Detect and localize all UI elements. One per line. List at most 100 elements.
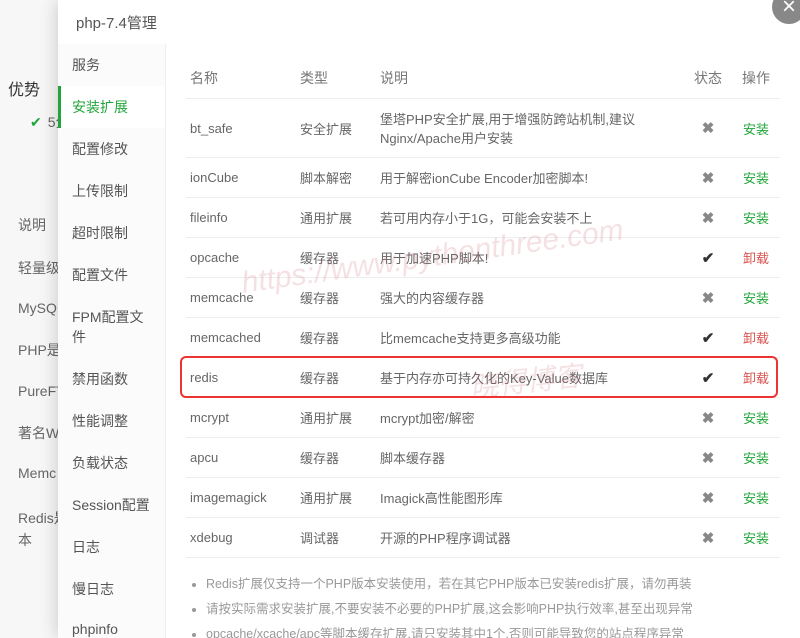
cell-desc: 堡塔PHP安全扩展,用于增强防跨站机制,建议Nginx/Apache用户安装 — [376, 99, 684, 158]
sidebar-item-4[interactable]: 超时限制 — [58, 212, 165, 254]
cell-desc: 用于解密ionCube Encoder加密脚本! — [376, 158, 684, 198]
x-icon: ✖ — [702, 450, 715, 467]
sidebar-item-12[interactable]: 慢日志 — [58, 568, 165, 610]
table-row: memcache缓存器强大的内容缓存器 ✖ 安装 — [186, 278, 780, 318]
cell-type: 安全扩展 — [296, 99, 376, 158]
sidebar-item-11[interactable]: 日志 — [58, 526, 165, 568]
sidebar-item-3[interactable]: 上传限制 — [58, 170, 165, 212]
cell-name: memcache — [186, 278, 296, 318]
th-name: 名称 — [186, 58, 296, 99]
bg-label-8: 本 — [18, 530, 32, 550]
cell-type: 脚本解密 — [296, 158, 376, 198]
sidebar-item-1[interactable]: 安装扩展 — [58, 86, 165, 128]
note-item: Redis扩展仅支持一个PHP版本安装使用，若在其它PHP版本已安装redis扩… — [206, 574, 780, 594]
uninstall-button[interactable]: 卸载 — [743, 251, 769, 266]
install-button[interactable]: 安装 — [743, 211, 769, 226]
cell-type: 缓存器 — [296, 238, 376, 278]
cell-name: fileinfo — [186, 198, 296, 238]
check-icon: ✔ — [702, 370, 715, 387]
sidebar-item-6[interactable]: FPM配置文件 — [58, 296, 165, 358]
x-icon: ✖ — [702, 120, 715, 137]
notes: Redis扩展仅支持一个PHP版本安装使用，若在其它PHP版本已安装redis扩… — [186, 574, 780, 638]
install-button[interactable]: 安装 — [743, 171, 769, 186]
table-row: fileinfo通用扩展若可用内存小于1G，可能会安装不上 ✖ 安装 — [186, 198, 780, 238]
x-icon: ✖ — [702, 290, 715, 307]
x-icon: ✖ — [702, 170, 715, 187]
cell-type: 通用扩展 — [296, 478, 376, 518]
cell-desc: 用于加速PHP脚本! — [376, 238, 684, 278]
cell-desc: Imagick高性能图形库 — [376, 478, 684, 518]
cell-name: opcache — [186, 238, 296, 278]
sidebar-item-9[interactable]: 负载状态 — [58, 442, 165, 484]
th-status: 状态 — [684, 58, 732, 99]
bg-label-1: 轻量级 — [18, 258, 60, 278]
sidebar-item-10[interactable]: Session配置 — [58, 484, 165, 526]
table-row: ionCube脚本解密用于解密ionCube Encoder加密脚本! ✖ 安装 — [186, 158, 780, 198]
cell-desc: 基于内存亦可持久化的Key-Value数据库 — [376, 358, 684, 398]
cell-type: 缓存器 — [296, 278, 376, 318]
check-icon: ✔ — [702, 250, 715, 267]
note-item: opcache/xcache/apc等脚本缓存扩展,请只安装其中1个,否则可能导… — [206, 624, 780, 638]
install-button[interactable]: 安装 — [743, 451, 769, 466]
uninstall-button[interactable]: 卸载 — [743, 371, 769, 386]
table-row: bt_safe安全扩展堡塔PHP安全扩展,用于增强防跨站机制,建议Nginx/A… — [186, 99, 780, 158]
close-icon[interactable]: × — [772, 0, 800, 24]
bg-label-0: 说明 — [18, 215, 46, 235]
bg-label-6: Memc — [18, 465, 56, 481]
x-icon: ✖ — [702, 530, 715, 547]
th-type: 类型 — [296, 58, 376, 99]
cell-desc: 比memcache支持更多高级功能 — [376, 318, 684, 358]
cell-type: 缓存器 — [296, 318, 376, 358]
cell-name: memcached — [186, 318, 296, 358]
php-manage-modal: php-7.4管理 × 服务安装扩展配置修改上传限制超时限制配置文件FPM配置文… — [58, 0, 800, 638]
table-row: xdebug调试器开源的PHP程序调试器 ✖ 安装 — [186, 518, 780, 558]
x-icon: ✖ — [702, 210, 715, 227]
cell-name: redis — [186, 358, 296, 398]
th-action: 操作 — [732, 58, 780, 99]
cell-type: 通用扩展 — [296, 198, 376, 238]
table-row: redis缓存器基于内存亦可持久化的Key-Value数据库 ✔ 卸载 — [186, 358, 780, 398]
sidebar-item-8[interactable]: 性能调整 — [58, 400, 165, 442]
cell-type: 缓存器 — [296, 358, 376, 398]
table-row: imagemagick通用扩展Imagick高性能图形库 ✖ 安装 — [186, 478, 780, 518]
table-row: opcache缓存器用于加速PHP脚本! ✔ 卸载 — [186, 238, 780, 278]
cell-name: apcu — [186, 438, 296, 478]
cell-name: mcrypt — [186, 398, 296, 438]
cell-name: xdebug — [186, 518, 296, 558]
cell-desc: 脚本缓存器 — [376, 438, 684, 478]
cell-name: ionCube — [186, 158, 296, 198]
th-desc: 说明 — [376, 58, 684, 99]
modal-header: php-7.4管理 × — [58, 0, 800, 44]
cell-desc: 开源的PHP程序调试器 — [376, 518, 684, 558]
cell-desc: 强大的内容缓存器 — [376, 278, 684, 318]
sidebar-item-13[interactable]: phpinfo — [58, 610, 165, 638]
note-item: 请按实际需求安装扩展,不要安装不必要的PHP扩展,这会影响PHP执行效率,甚至出… — [206, 599, 780, 619]
install-button[interactable]: 安装 — [743, 491, 769, 506]
table-row: mcrypt通用扩展mcrypt加密/解密✖安装 — [186, 398, 780, 438]
cell-name: bt_safe — [186, 99, 296, 158]
sidebar-item-5[interactable]: 配置文件 — [58, 254, 165, 296]
bg-label-3: PHP是 — [18, 340, 61, 360]
check-icon: ✔ — [702, 330, 715, 347]
sidebar-item-2[interactable]: 配置修改 — [58, 128, 165, 170]
sidebar-item-0[interactable]: 服务 — [58, 44, 165, 86]
bg-label-5: 著名W — [18, 423, 59, 443]
cell-desc: 若可用内存小于1G，可能会安装不上 — [376, 198, 684, 238]
bg-heading: 优势 — [8, 76, 40, 100]
sidebar-item-7[interactable]: 禁用函数 — [58, 358, 165, 400]
uninstall-button[interactable]: 卸载 — [743, 331, 769, 346]
sidebar: 服务安装扩展配置修改上传限制超时限制配置文件FPM配置文件禁用函数性能调整负载状… — [58, 44, 166, 638]
content-pane: 名称 类型 说明 状态 操作 bt_safe安全扩展堡塔PHP安全扩展,用于增强… — [166, 44, 800, 638]
table-row: memcached缓存器比memcache支持更多高级功能 ✔ 卸载 — [186, 318, 780, 358]
cell-type: 缓存器 — [296, 438, 376, 478]
cell-name: imagemagick — [186, 478, 296, 518]
install-button[interactable]: 安装 — [743, 411, 769, 426]
cell-type: 调试器 — [296, 518, 376, 558]
cell-type: 通用扩展 — [296, 398, 376, 438]
x-icon: ✖ — [702, 490, 715, 507]
cell-desc: mcrypt加密/解密 — [376, 398, 684, 438]
install-button[interactable]: 安装 — [743, 291, 769, 306]
extensions-table: 名称 类型 说明 状态 操作 bt_safe安全扩展堡塔PHP安全扩展,用于增强… — [186, 58, 780, 558]
install-button[interactable]: 安装 — [743, 122, 769, 137]
install-button[interactable]: 安装 — [743, 531, 769, 546]
